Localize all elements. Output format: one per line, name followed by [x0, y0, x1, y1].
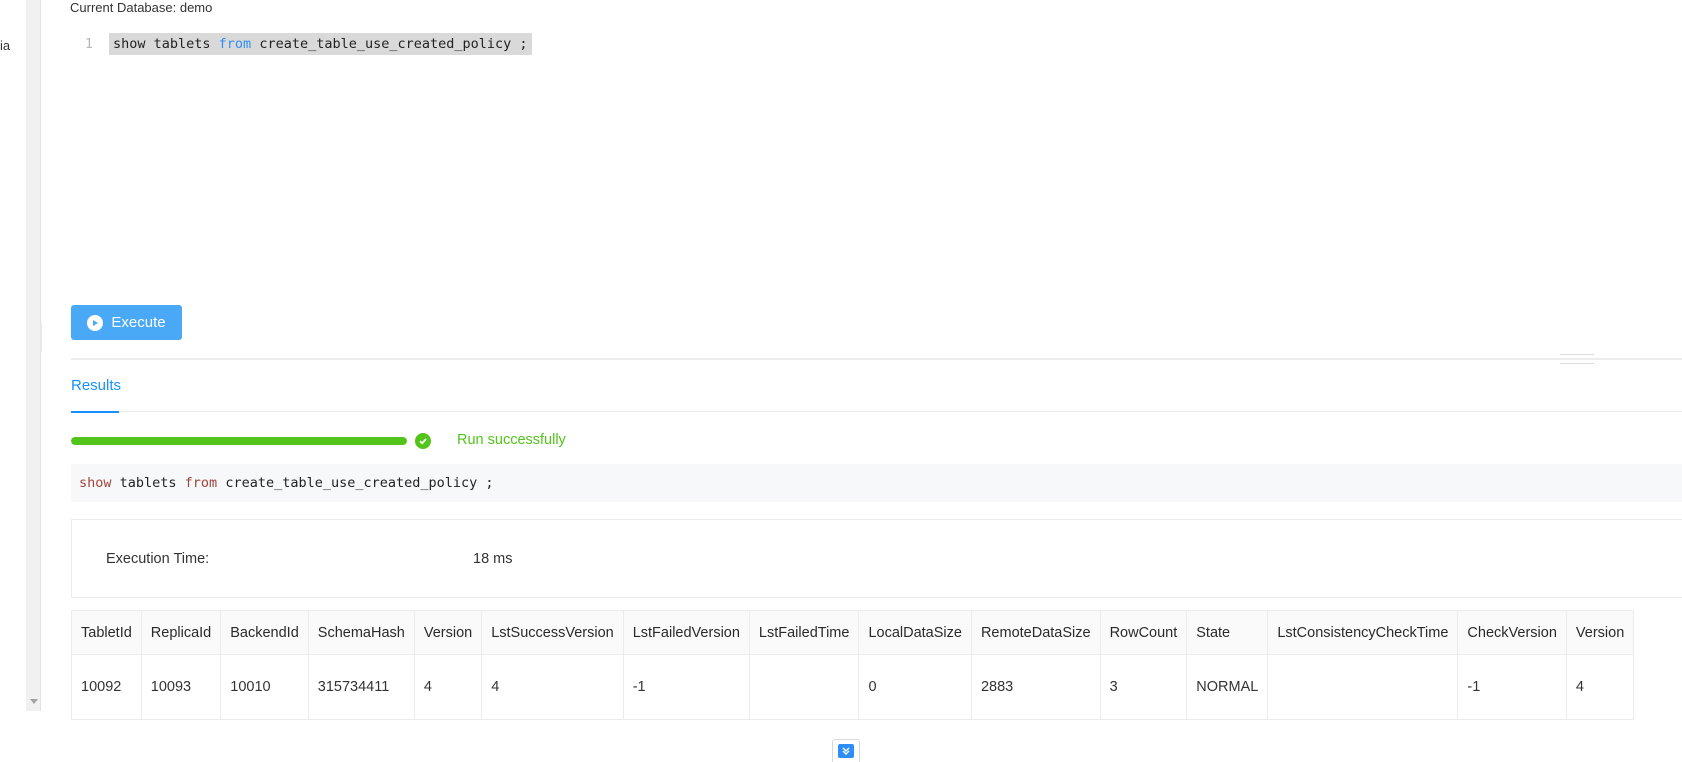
execution-time-value: 18 ms [473, 551, 513, 567]
table-cell: 315734411 [307, 654, 415, 720]
table-header-row: TabletId ReplicaId BackendId SchemaHash Vers… [71, 610, 1635, 655]
column-header: TabletId [71, 610, 142, 655]
results-tabs: Results [71, 371, 1682, 413]
column-header: LstFailedVersion [622, 610, 750, 655]
play-circle-icon [87, 314, 104, 331]
table-cell: 2883 [970, 654, 1101, 720]
check-circle-icon [415, 433, 431, 449]
table-cell: -1 [622, 654, 750, 720]
table-cell [1267, 654, 1459, 720]
sidebar-scrollbar[interactable] [26, 0, 41, 711]
table-cell: -1 [1457, 654, 1567, 720]
table-row: 10092 10093 10010 315734411 4 4 -1 0 2883 3 NORMAL… [71, 654, 1635, 720]
table-cell: NORMAL [1186, 654, 1269, 720]
sql-editor[interactable]: 1 show tablets from create_table_use_cre… [70, 30, 1682, 290]
line-number: 1 [85, 37, 93, 52]
sidebar-resize-handle[interactable] [40, 322, 42, 352]
column-header: LstSuccessVersion [481, 610, 624, 655]
column-header: ReplicaId [140, 610, 222, 655]
executed-sql: show tablets from create_table_use_creat… [71, 464, 1682, 502]
execution-info: Execution Time: 18 ms [71, 519, 1682, 598]
table-cell: 4 [413, 654, 483, 720]
results-table: TabletId ReplicaId BackendId SchemaHash Vers… [71, 610, 1635, 720]
scroll-down-arrow-icon[interactable] [30, 699, 38, 704]
sidebar-cut-text: ia [0, 38, 11, 53]
column-header: RowCount [1099, 610, 1188, 655]
progress-bar [71, 437, 407, 445]
code-keyword-from: from [218, 36, 252, 52]
table-cell: 4 [1565, 654, 1635, 720]
column-header: Version [1565, 610, 1635, 655]
column-header: LstFailedTime [748, 610, 860, 655]
current-database-label: Current Database: demo [70, 0, 213, 15]
column-header: BackendId [220, 610, 309, 655]
sql-text: tablets [111, 475, 185, 491]
editor-results-divider [71, 358, 1682, 360]
sql-keyword-show: show [79, 475, 112, 491]
execute-button[interactable]: Execute [71, 305, 182, 340]
column-header: LocalDataSize [858, 610, 972, 655]
table-cell: 10093 [140, 654, 222, 720]
column-header: RemoteDataSize [970, 610, 1101, 655]
code-line[interactable]: show tablets from create_table_use_creat… [109, 33, 532, 55]
run-status-text: Run successfully [457, 432, 566, 448]
progress-bar-fill [71, 437, 407, 445]
table-cell: 0 [858, 654, 972, 720]
code-text: show tablets [113, 36, 219, 52]
tab-results[interactable]: Results [71, 377, 121, 413]
sql-text-rest: create_table_use_created_policy ; [217, 475, 494, 491]
scroll-down-icon-inner [838, 744, 854, 758]
table-cell: 3 [1099, 654, 1188, 720]
column-header: State [1186, 610, 1269, 655]
execution-time-label: Execution Time: [106, 551, 210, 567]
column-header: Version [413, 610, 483, 655]
sql-keyword-from: from [184, 475, 218, 491]
table-cell: 10092 [71, 654, 142, 720]
column-header: SchemaHash [307, 610, 415, 655]
panel-resize-handle[interactable] [1560, 354, 1594, 364]
column-header: CheckVersion [1457, 610, 1567, 655]
execute-button-label: Execute [111, 314, 166, 331]
table-cell [748, 654, 860, 720]
table-cell: 4 [481, 654, 624, 720]
column-header: LstConsistencyCheckTime [1267, 610, 1459, 655]
code-text-rest: create_table_use_created_policy ; [251, 36, 528, 52]
scroll-down-icon[interactable] [832, 739, 860, 762]
table-cell: 10010 [220, 654, 309, 720]
